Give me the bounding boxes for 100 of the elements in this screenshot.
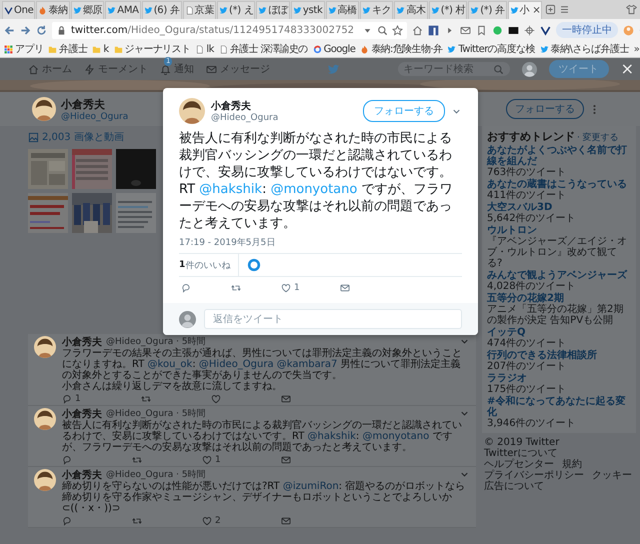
tab-title: (*) え xyxy=(228,4,254,17)
mention-link[interactable]: @hakshik xyxy=(199,182,262,197)
tab-title: ぼぼ xyxy=(268,4,288,17)
trend-meta: 763件のツイート xyxy=(487,167,568,178)
browser-tab[interactable]: キク xyxy=(360,0,394,18)
browser-tab[interactable]: 高橋 xyxy=(326,0,359,18)
tweet-text: 被告人に有利な判断がなされた時の市民による裁判官バッシングの一環だと認識されているわけで、安易に攻撃しているわけではないです。RT @hakshik: @monyotano ですが、フラワーデモへの安易な攻撃はそれ以前の問題であったと考えています。 xyxy=(62,420,463,453)
trend-link[interactable]: #令和になってあなたに起る変化 xyxy=(487,396,631,418)
footer-link[interactable]: クッキー xyxy=(592,470,632,481)
trend-meta: 4,028件のツイート xyxy=(487,281,577,292)
bookmark-link[interactable]: k xyxy=(103,44,109,54)
mention-link[interactable]: @Hideo_Ogura xyxy=(198,359,277,370)
tweet-button[interactable]: ツイート xyxy=(548,60,609,78)
trend-link[interactable]: あなたの蔵書はこうなっている xyxy=(487,179,631,190)
trend-meta: 5,642件のツイート xyxy=(487,213,577,224)
author-name[interactable]: 小倉秀夫 xyxy=(211,99,278,113)
bookmark-link[interactable]: Google xyxy=(324,44,356,54)
mention-link[interactable]: @monyotano xyxy=(270,182,358,197)
footer-link[interactable]: 規約 xyxy=(562,459,582,470)
trend-link[interactable]: 五等分の花嫁2期 xyxy=(487,293,631,304)
browser-tab[interactable]: (*) 村 xyxy=(428,0,468,18)
bookmark-link[interactable]: アプリ xyxy=(15,42,44,56)
tweet-text: 被告人に有利な判断がなされた時の市民による裁判官バッシングの一環だと認識されているわけで、安易に攻撃しているわけではないです。RT @hakshik: @monyotano ですが、フラワーデモへの安易な攻撃はそれ以前の問題であったと考えています。 xyxy=(179,130,454,232)
browser-tab[interactable]: (*) え xyxy=(216,0,256,18)
browser-tab[interactable]: (*) 弁 xyxy=(468,0,507,18)
tweet-handle: @Hideo_Ogura · 5時間 xyxy=(106,336,206,348)
footer-link[interactable]: Twitterについて xyxy=(484,448,558,459)
tab-title: 京葉 xyxy=(194,4,214,17)
trends-title: おすすめトレンド xyxy=(487,129,575,144)
tab-title: 郷原 xyxy=(82,4,102,17)
browser-tab[interactable]: 京葉 xyxy=(182,0,216,18)
footer-link[interactable]: © 2019 Twitter xyxy=(484,437,560,448)
bookmark-link[interactable]: 弁護士 xyxy=(59,42,88,56)
trend-meta: 474件のツイート xyxy=(487,338,568,349)
tab-title: 泰納 xyxy=(48,4,68,17)
browser-tab[interactable]: One xyxy=(2,0,36,18)
trend-link[interactable]: イッテQ xyxy=(487,327,631,338)
tab-close-button[interactable]: × xyxy=(532,4,540,16)
mention-link[interactable]: @kou_ok xyxy=(148,359,192,370)
media-link[interactable]: 2,003 画像と動画 xyxy=(42,130,124,144)
tab-title: 高木 xyxy=(406,4,426,17)
tweet-text: 締め切りを守らないのは性能が悪いだけでは?RT @izumiRon: 宿題やるのがロボットなら締め切りを守る作家やミュージシャン、デザイナーもロボットということでよろしいか⊂((・x・))⊃ xyxy=(62,481,466,514)
trend-link[interactable]: 行列のできる法律相談所 xyxy=(487,350,631,361)
footer-link[interactable]: ヘルプセンター xyxy=(484,459,554,470)
trend-meta: 207件のツイート xyxy=(487,361,568,372)
footer-link[interactable]: プライバシーポリシー xyxy=(484,470,584,481)
profile-handle[interactable]: @Hideo_Ogura xyxy=(61,112,128,122)
bookmark-link[interactable]: 弁護士 深澤諭史の xyxy=(230,42,308,56)
tab-title: ystk xyxy=(302,4,322,16)
close-button[interactable]: × xyxy=(620,61,634,77)
mention-link[interactable]: @hakshik xyxy=(308,431,356,442)
bookmark-link[interactable]: 泰納:危険生物·弁 xyxy=(371,42,442,56)
change-link[interactable]: · 変更する xyxy=(577,131,619,144)
tab-title: 高橋 xyxy=(338,4,357,17)
address-bar[interactable]: twitter.com/Hideo_Ogura/status/1124951748333002752 xyxy=(52,22,408,38)
tweet-timestamp: 17:19 - 2019年5月5日 xyxy=(179,236,276,249)
bookmark-link[interactable]: lk xyxy=(206,44,214,54)
tab-title: キク xyxy=(372,4,392,17)
footer-link[interactable]: 広告について xyxy=(484,481,544,492)
bookmark-link[interactable]: ジャーナリスト xyxy=(124,42,190,56)
bookmark-link[interactable]: Twitterの高度な検 xyxy=(458,42,535,56)
tweet-handle: @Hideo_Ogura · 5時間 xyxy=(106,408,206,420)
tab-title: One xyxy=(14,4,34,16)
trend-meta: 3,946件のツイート xyxy=(487,418,577,429)
trend-meta: 411件のツイート xyxy=(487,190,568,201)
browser-tab[interactable]: 泰納 xyxy=(36,0,70,18)
trend-link[interactable]: ウルトロン xyxy=(487,225,631,236)
like-count: 1 xyxy=(294,283,300,293)
nav-link[interactable]: 通知 xyxy=(174,62,194,76)
tab-title: (6) 弁 xyxy=(154,4,180,17)
trend-link[interactable]: ララジオ xyxy=(487,373,631,384)
browser-tab[interactable]: (6) 弁 xyxy=(142,0,182,18)
nav-link[interactable]: メッセージ xyxy=(220,62,270,76)
browser-tab[interactable]: ぼぼ xyxy=(256,0,290,18)
tweet-author[interactable]: 小倉秀夫 xyxy=(62,406,102,420)
trend-link[interactable]: みんなで観ようアベンジャーズ xyxy=(487,270,631,281)
follow-button[interactable]: フォローする xyxy=(363,100,445,122)
nav-link[interactable]: ホーム xyxy=(42,62,72,76)
likes-count[interactable]: 1件のいいね xyxy=(179,254,240,276)
trend-meta: 175件のツイート xyxy=(487,384,568,395)
trend-link[interactable]: 大空スバル3D xyxy=(487,202,631,213)
browser-tab[interactable]: AMA xyxy=(105,0,141,18)
more-bookmarks-button[interactable]: » xyxy=(634,44,640,54)
browser-tab[interactable]: ystk xyxy=(290,0,324,18)
reply-field[interactable]: 返信をツイート xyxy=(204,309,462,329)
bookmark-link[interactable]: 泰納\さらば弁護士 xyxy=(550,42,629,56)
trend-link[interactable]: あなたがよくつぶやく名前で打線を組んだ xyxy=(487,145,631,167)
like-count: 1 xyxy=(215,454,221,464)
browser-tab[interactable]: 小 × xyxy=(508,0,542,18)
browser-tab[interactable]: 高木 xyxy=(394,0,428,18)
pause-button[interactable]: 一時停止中 xyxy=(556,22,618,38)
nav-link[interactable]: モーメント xyxy=(98,62,148,76)
mention-link[interactable]: @kambara7 xyxy=(276,359,338,370)
tweet-author[interactable]: 小倉秀夫 xyxy=(62,334,102,348)
tweet-author[interactable]: 小倉秀夫 xyxy=(62,468,102,482)
mention-link[interactable]: @izumiRon xyxy=(282,481,339,492)
follow-button[interactable]: フォローする xyxy=(506,99,584,119)
mention-link[interactable]: @monyotano xyxy=(362,431,430,442)
trend-meta: アニメ「五等分の花嫁」第2期の製作が決定 告知PVも公開 xyxy=(487,304,624,326)
browser-tab[interactable]: 郷原 xyxy=(70,0,104,18)
